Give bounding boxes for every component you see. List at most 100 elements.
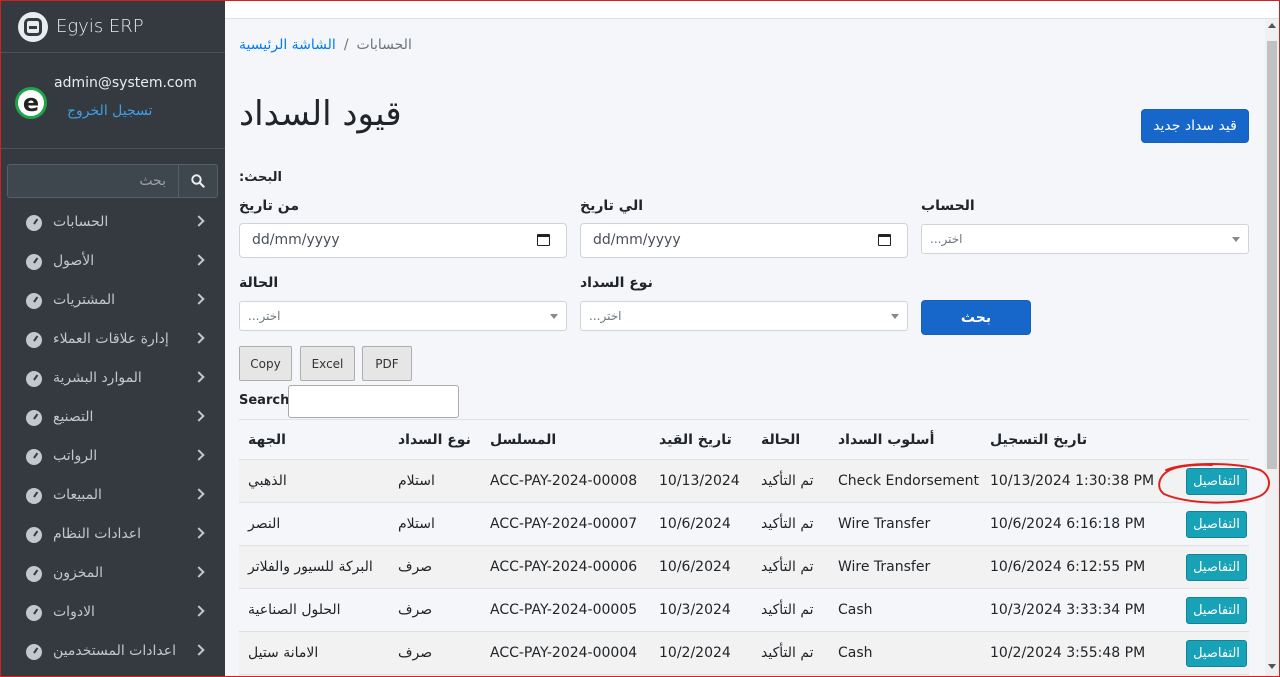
dashboard-icon: [26, 410, 42, 426]
cell-party: البركة للسيور والفلاتر: [239, 545, 389, 589]
dashboard-icon: [26, 527, 42, 543]
sidebar-item-label: الحسابات: [53, 214, 109, 230]
sidebar-item-manufacturing[interactable]: التصنيع: [1, 399, 225, 438]
search-button[interactable]: بحث: [921, 300, 1031, 335]
details-button[interactable]: التفاصيل: [1186, 596, 1247, 624]
sidebar-item-payroll[interactable]: الرواتب: [1, 438, 225, 477]
cell-actions: التفاصيل: [1163, 545, 1249, 589]
sidebar-search-input[interactable]: بحث: [7, 164, 178, 198]
cell-registration-date: 10/6/2024 6:12:55 PM: [981, 545, 1163, 589]
account-select-placeholder: ...اختر: [930, 232, 963, 246]
scroll-down-arrow-icon[interactable]: [1268, 664, 1276, 669]
sidebar-item-label: الأصول: [53, 253, 95, 269]
cell-actions: التفاصيل: [1163, 631, 1249, 675]
cell-status: تم التأكيد: [752, 502, 829, 546]
search-section-title: :البحث: [239, 170, 282, 185]
dashboard-icon: [26, 488, 42, 504]
page-scrollbar[interactable]: [1265, 19, 1279, 676]
details-button[interactable]: التفاصيل: [1186, 467, 1247, 495]
details-button[interactable]: التفاصيل: [1186, 510, 1247, 538]
from-date-input[interactable]: dd/mm/yyyy: [239, 223, 567, 258]
cell-party: النصر: [239, 502, 389, 546]
sidebar-nav: الحسابات الأصول المشتريات إدارة علاقات ا…: [1, 204, 225, 672]
payment-type-label: نوع السداد: [580, 275, 653, 291]
copy-button[interactable]: Copy: [239, 346, 292, 381]
breadcrumb-current: الحسابات: [356, 37, 412, 53]
cell-payment-method: Wire Transfer: [829, 545, 981, 589]
column-header-status[interactable]: الحالة: [752, 419, 829, 460]
dashboard-icon: [26, 605, 42, 621]
status-select[interactable]: ...اختر: [239, 301, 567, 331]
breadcrumb-home-link[interactable]: الشاشة الرئيسية: [239, 37, 336, 53]
column-header-payment-type[interactable]: نوع السداد: [389, 419, 481, 460]
sidebar-item-user-settings[interactable]: اعدادات المستخدمين: [1, 633, 225, 672]
sidebar-item-label: التصنيع: [53, 409, 94, 425]
dashboard-icon: [26, 254, 42, 270]
account-select[interactable]: ...اختر: [921, 224, 1249, 254]
column-header-entry-date[interactable]: تاريخ القيد: [650, 419, 752, 460]
sidebar-item-label: اعدادات النظام: [53, 526, 142, 542]
sidebar-item-purchases[interactable]: المشتريات: [1, 282, 225, 321]
sidebar-item-hr[interactable]: الموارد البشرية: [1, 360, 225, 399]
user-email: admin@system.com: [54, 75, 197, 91]
dashboard-icon: [26, 215, 42, 231]
dashboard-icon: [26, 371, 42, 387]
sidebar-item-assets[interactable]: الأصول: [1, 243, 225, 282]
cell-registration-date: 10/2/2024 3:55:48 PM: [981, 631, 1163, 675]
payment-type-select[interactable]: ...اختر: [580, 301, 908, 331]
chevron-left-icon: [193, 254, 205, 266]
table-row: النصر استلام ACC-PAY-2024-00007 10/6/202…: [239, 502, 1249, 546]
column-header-serial[interactable]: المسلسل: [481, 419, 650, 460]
column-header-payment-method[interactable]: أسلوب السداد: [829, 419, 981, 460]
dropdown-arrow-icon: [1232, 237, 1240, 242]
scroll-up-arrow-icon[interactable]: [1268, 23, 1276, 28]
cell-actions: التفاصيل: [1163, 502, 1249, 546]
sidebar-item-system-settings[interactable]: اعدادات النظام: [1, 516, 225, 555]
to-date-input[interactable]: dd/mm/yyyy: [580, 223, 908, 258]
calendar-icon[interactable]: [537, 234, 550, 246]
sidebar-item-label: المشتريات: [53, 292, 116, 308]
new-payment-entry-button[interactable]: قيد سداد جديد: [1141, 109, 1249, 143]
cell-party: الامانة ستيل: [239, 631, 389, 675]
column-header-registration-date[interactable]: تاريخ التسجيل: [981, 419, 1163, 460]
sidebar-item-label: المبيعات: [53, 487, 102, 503]
user-avatar-icon: e: [15, 87, 47, 119]
pdf-button[interactable]: PDF: [362, 346, 412, 381]
column-header-party[interactable]: الجهة: [239, 419, 389, 460]
cell-serial: ACC-PAY-2024-00007: [481, 502, 650, 546]
search-icon: [191, 174, 205, 188]
account-label: الحساب: [921, 198, 975, 214]
brand-link[interactable]: Egyis ERP: [1, 1, 225, 53]
sidebar-item-crm[interactable]: إدارة علاقات العملاء: [1, 321, 225, 360]
table-header-row: الجهة نوع السداد المسلسل تاريخ القيد الح…: [239, 419, 1249, 460]
cell-status: تم التأكيد: [752, 631, 829, 675]
chevron-left-icon: [193, 293, 205, 305]
cell-entry-date: 10/6/2024: [650, 545, 752, 589]
sidebar-item-accounts[interactable]: الحسابات: [1, 204, 225, 243]
top-navbar: [225, 1, 1279, 19]
sidebar-search: بحث: [7, 164, 218, 198]
cell-entry-date: 10/3/2024: [650, 588, 752, 632]
dashboard-icon: [26, 644, 42, 660]
table-row: الحلول الصناعية صرف ACC-PAY-2024-00005 1…: [239, 588, 1249, 632]
sidebar-item-inventory[interactable]: المخزون: [1, 555, 225, 594]
sidebar-item-label: الادوات: [53, 604, 95, 620]
status-label: الحالة: [239, 275, 279, 291]
logout-link[interactable]: تسجيل الخروج: [67, 103, 152, 119]
excel-button[interactable]: Excel: [300, 346, 355, 381]
chevron-left-icon: [193, 605, 205, 617]
cell-payment-method: Cash: [829, 631, 981, 675]
sidebar-search-button[interactable]: [178, 164, 218, 198]
cell-payment-type: استلام: [389, 502, 481, 546]
sidebar-item-sales[interactable]: المبيعات: [1, 477, 225, 516]
details-button[interactable]: التفاصيل: [1186, 553, 1247, 581]
chevron-left-icon: [193, 371, 205, 383]
sidebar-item-tools[interactable]: الادوات: [1, 594, 225, 633]
calendar-icon[interactable]: [878, 234, 891, 246]
table-search-input[interactable]: [288, 385, 459, 418]
scroll-thumb[interactable]: [1267, 41, 1277, 469]
from-date-value: dd/mm/yyyy: [252, 232, 340, 248]
cell-party: الذهبي: [239, 459, 389, 503]
details-button[interactable]: التفاصيل: [1186, 639, 1247, 667]
chevron-left-icon: [193, 527, 205, 539]
